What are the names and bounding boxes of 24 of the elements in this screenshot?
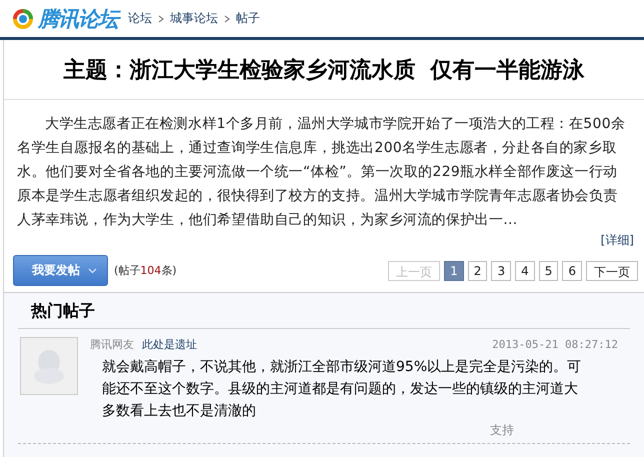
page-button[interactable]: 3 [491, 260, 512, 280]
page-button[interactable]: 1 [444, 260, 464, 280]
post-text: 就会戴高帽子，不说其他，就浙江全部市级河道95%以上是完全是污染的。可能还不至这个数字。县级的主河道都是有问题的，发达一些的镇级的主河道大多数看上去也不是清澈的 [102, 358, 582, 421]
breadcrumb-link[interactable]: 论坛 [128, 10, 152, 27]
page-button[interactable]: 6 [562, 260, 582, 280]
topic-summary: 大学生志愿者正在检测水样1个多月前，温州大学城市学院开始了一项浩大的工程：在500余名学生自愿报名的基础上，通过查询学生信息库，挑选出200名学生志愿者，分赴各自的家乡取水。他们要对全省各地的主要河流做一个统一“体检”。第一次取的229瓶水样全部作废这一行动原本是学生志愿者组织发起的，很快得到了校方的支持。温州大学城市学院青年志愿者协会负责人茅幸玮说，作为大学生，他们希望借助自己的知识，为家乡河流的保护出一... [16, 115, 626, 230]
breadcrumb-link[interactable]: 城事论坛 [170, 10, 218, 27]
author-location[interactable]: 此处是遗址 [142, 337, 197, 352]
chevron-icon [88, 268, 97, 274]
detail-link[interactable]: [详细] [600, 232, 634, 249]
section-heading: 热门帖子 [18, 293, 630, 329]
page-button[interactable]: 2 [468, 260, 488, 280]
chevron-icon [224, 14, 230, 22]
post-time: 2013-05-21 08:27:12 [492, 338, 619, 351]
post-author: 腾讯网友 [90, 337, 134, 352]
logo-icon [12, 8, 34, 30]
next-page-button[interactable]: 下一页 [586, 260, 638, 280]
page-button[interactable]: 4 [515, 260, 535, 280]
breadcrumb-link[interactable]: 帖子 [236, 10, 260, 27]
topic-title: 主题：浙江大学生检验家乡河流水质 仅有一半能游泳 [4, 40, 644, 100]
post-count: (帖子104条) [114, 263, 177, 278]
page-button[interactable]: 5 [538, 260, 558, 280]
logo-text: 腾讯论坛 [38, 4, 118, 32]
chevron-icon [158, 14, 164, 22]
